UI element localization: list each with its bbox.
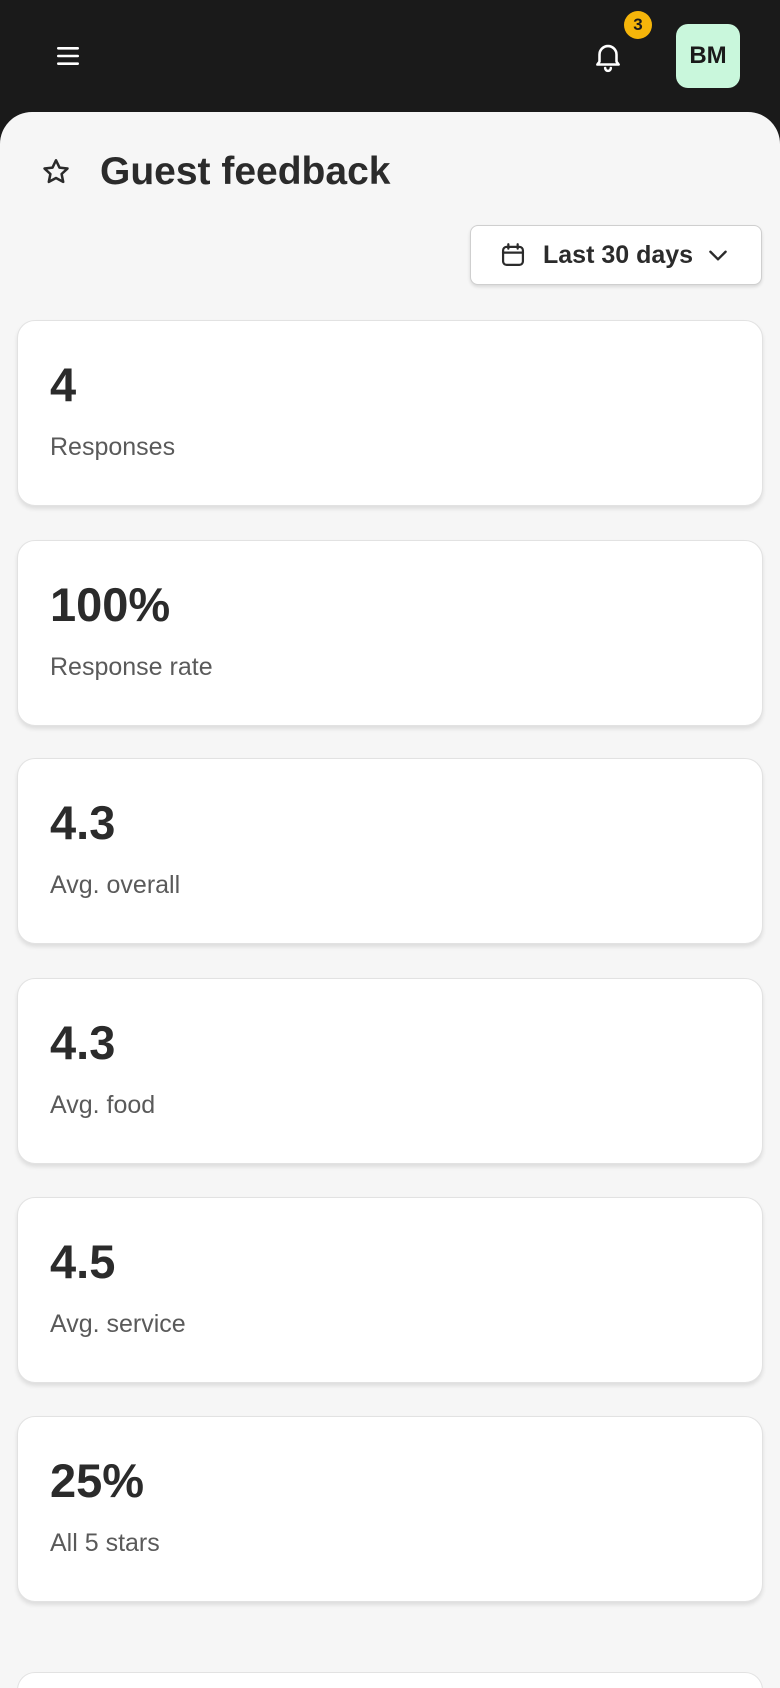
stat-value: 4.3	[50, 796, 116, 849]
chevron-down-icon	[709, 250, 727, 261]
next-card-partial	[17, 1672, 763, 1688]
stat-label: Avg. food	[50, 1091, 156, 1119]
stat-label: Avg. service	[50, 1310, 186, 1338]
bell-icon	[596, 44, 620, 73]
user-avatar[interactable]: BM	[676, 24, 740, 88]
hamburger-icon	[57, 47, 79, 65]
stat-card-responses: 4 Responses	[17, 320, 763, 506]
stat-label: Response rate	[50, 653, 213, 681]
page-title: Guest feedback	[100, 150, 391, 193]
date-range-label: Last 30 days	[543, 240, 694, 269]
content-sheet: Guest feedback Last 30 days 4 Responses …	[0, 112, 780, 1688]
stat-value: 4.5	[50, 1235, 116, 1288]
page-header: Guest feedback	[40, 142, 390, 202]
star-outline-icon[interactable]	[40, 156, 72, 188]
date-range-selector[interactable]: Last 30 days	[470, 225, 762, 285]
stat-value: 25%	[50, 1454, 145, 1507]
notification-count-badge: 3	[624, 11, 652, 39]
calendar-icon	[501, 243, 525, 267]
stat-label: Avg. overall	[50, 871, 181, 899]
menu-button[interactable]	[48, 36, 88, 76]
stat-label: Responses	[50, 433, 176, 461]
stat-value: 4.3	[50, 1016, 116, 1069]
stat-card-avg-service: 4.5 Avg. service	[17, 1197, 763, 1383]
stat-card-avg-overall: 4.3 Avg. overall	[17, 758, 763, 944]
stat-card-response-rate: 100% Response rate	[17, 540, 763, 726]
stat-label: All 5 stars	[50, 1529, 160, 1557]
stat-value: 100%	[50, 578, 171, 631]
notifications-button[interactable]	[584, 32, 632, 80]
stat-card-all-5-stars: 25% All 5 stars	[17, 1416, 763, 1602]
stat-card-avg-food: 4.3 Avg. food	[17, 978, 763, 1164]
top-app-bar: 3 BM	[0, 0, 780, 120]
stat-value: 4	[50, 358, 77, 411]
